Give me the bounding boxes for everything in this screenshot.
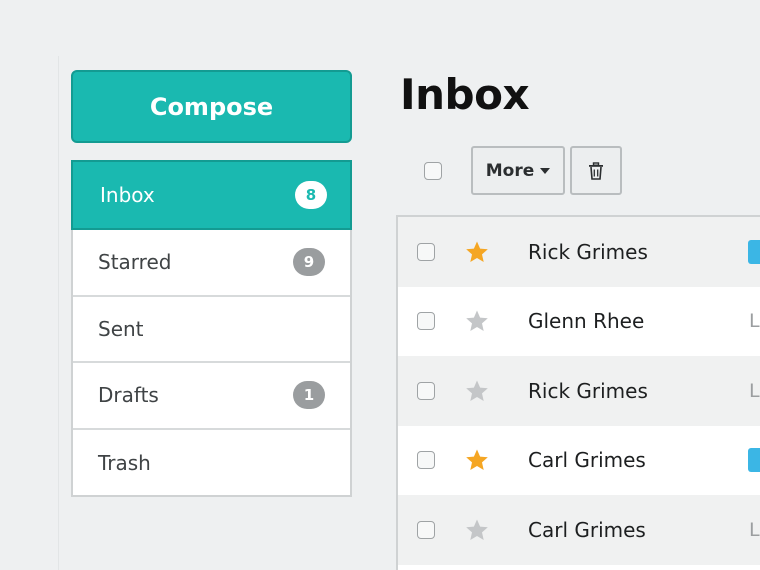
message-list: Rick Grimes Glenn Rhee L Rick Grimes L C… (396, 215, 760, 570)
compose-button[interactable]: Compose (71, 70, 352, 143)
page-divider (58, 56, 59, 570)
star-icon[interactable] (465, 240, 489, 264)
select-all-checkbox[interactable] (424, 162, 442, 180)
unread-count-badge: 8 (295, 181, 327, 209)
message-row[interactable]: Carl Grimes (398, 426, 760, 496)
sender-name: Glenn Rhee (528, 309, 645, 334)
count-badge: 9 (293, 248, 325, 277)
sidebar-item-label: Drafts (98, 383, 159, 408)
mail-app: Compose Inbox 8 Starred 9 Sent Drafts 1 … (0, 0, 760, 570)
sidebar-item-label: Inbox (100, 183, 155, 207)
label-tag[interactable] (748, 239, 760, 264)
message-checkbox[interactable] (417, 242, 435, 261)
sidebar-item-drafts[interactable]: Drafts 1 (73, 363, 350, 430)
trash-icon (589, 161, 603, 180)
sidebar-item-trash[interactable]: Trash (73, 430, 350, 497)
more-button-label: More (485, 160, 535, 181)
sender-name: Rick Grimes (528, 378, 648, 403)
sidebar-item-starred[interactable]: Starred 9 (73, 230, 350, 297)
sidebar-item-sent[interactable]: Sent (73, 297, 350, 363)
message-snippet: L (749, 518, 760, 541)
sidebar-item-label: Trash (98, 450, 151, 475)
message-row[interactable]: Glenn Rhee L (398, 287, 760, 357)
caret-down-icon (540, 167, 551, 174)
page-title: Inbox (400, 70, 530, 119)
message-checkbox[interactable] (417, 312, 435, 331)
sidebar-item-label: Sent (98, 316, 144, 341)
sender-name: Carl Grimes (528, 448, 646, 473)
star-icon[interactable] (465, 309, 489, 333)
message-row[interactable]: Carl Grimes L (398, 495, 760, 565)
sidebar: Inbox 8 Starred 9 Sent Drafts 1 Trash (71, 160, 352, 497)
message-row[interactable]: Rick Grimes (398, 217, 760, 287)
message-snippet: L (749, 379, 760, 402)
message-checkbox[interactable] (417, 451, 435, 470)
count-badge: 1 (293, 381, 325, 410)
message-snippet: L (749, 310, 760, 333)
star-icon[interactable] (465, 379, 489, 403)
message-row[interactable]: Rick Grimes L (398, 356, 760, 426)
star-icon[interactable] (465, 448, 489, 472)
label-tag[interactable] (748, 448, 760, 473)
delete-button[interactable] (570, 146, 622, 195)
sidebar-item-inbox[interactable]: Inbox 8 (71, 160, 352, 230)
sender-name: Rick Grimes (528, 239, 648, 264)
message-checkbox[interactable] (417, 381, 435, 400)
message-checkbox[interactable] (417, 520, 435, 539)
sidebar-item-label: Starred (98, 250, 172, 275)
star-icon[interactable] (465, 518, 489, 542)
sender-name: Carl Grimes (528, 517, 646, 542)
more-dropdown-button[interactable]: More (471, 146, 565, 195)
